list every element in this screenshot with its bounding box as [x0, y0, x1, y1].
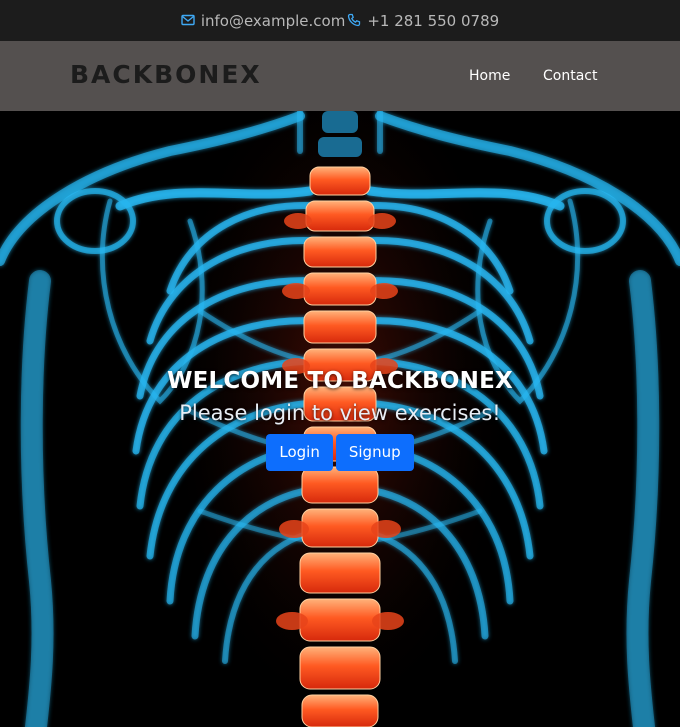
hero-buttons: Login Signup — [0, 434, 680, 471]
signup-button[interactable]: Signup — [335, 434, 414, 471]
hero-content: WELCOME TO BACKBONEX Please login to vie… — [0, 365, 680, 471]
brand-logo[interactable]: BACKBONEX — [70, 60, 262, 89]
hero-section: WELCOME TO BACKBONEX Please login to vie… — [0, 111, 680, 727]
hero-subtitle: Please login to view exercises! — [179, 401, 501, 425]
email-text: info@example.com — [200, 11, 346, 30]
envelope-icon — [181, 13, 197, 29]
nav-link-home[interactable]: Home — [469, 68, 510, 84]
phone-icon — [347, 13, 363, 29]
hero-title: WELCOME TO BACKBONEX — [167, 368, 513, 394]
phone-contact[interactable]: +1 281 550 0789 — [347, 12, 499, 30]
phone-text: +1 281 550 0789 — [367, 11, 500, 30]
contact-topbar: info@example.com +1 281 550 0789 — [0, 0, 680, 41]
main-navbar: BACKBONEX Home Contact — [0, 41, 680, 111]
login-button[interactable]: Login — [266, 434, 333, 471]
email-contact[interactable]: info@example.com — [181, 11, 346, 30]
nav-link-contact[interactable]: Contact — [543, 68, 597, 84]
